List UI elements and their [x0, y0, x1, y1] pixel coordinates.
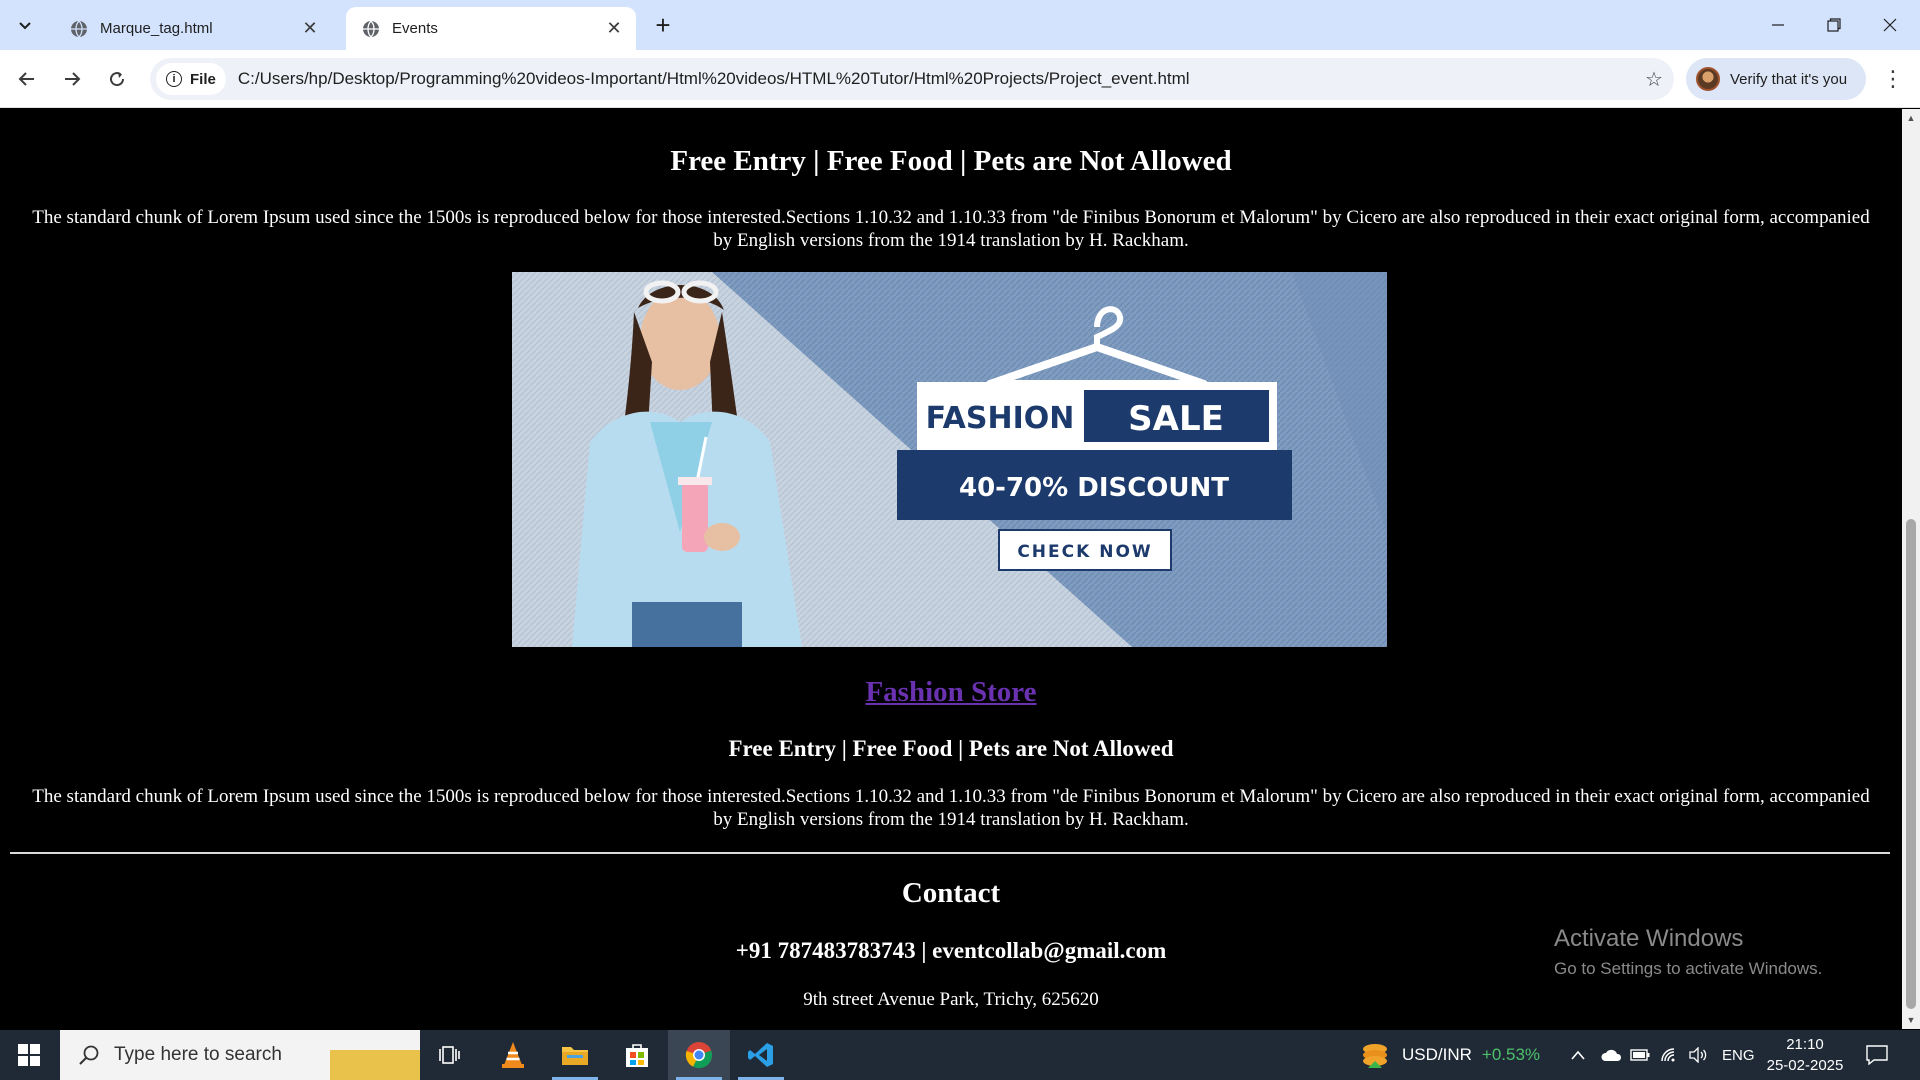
tab-search-button[interactable]: [8, 8, 42, 42]
minimize-icon: [1772, 24, 1784, 26]
address-bar[interactable]: i File C:/Users/hp/Desktop/Programming%2…: [150, 58, 1674, 100]
scrollbar-thumb[interactable]: [1906, 519, 1916, 1009]
divider: [10, 852, 1890, 854]
onedrive-tray-icon[interactable]: [1600, 1030, 1622, 1080]
watermark-subtitle: Go to Settings to activate Windows.: [1554, 959, 1823, 978]
battery-tray-icon[interactable]: [1630, 1030, 1650, 1080]
verify-profile-button[interactable]: Verify that it's you: [1686, 58, 1866, 100]
banner-sale-text: SALE: [1128, 399, 1224, 439]
microsoft-store-taskbar-button[interactable]: [606, 1030, 668, 1080]
taskbar-search-box[interactable]: Type here to search: [60, 1030, 420, 1080]
vscode-icon: [748, 1043, 773, 1067]
tab-strip: Marque_tag.html ✕ Events ✕ +: [0, 0, 1920, 50]
tab-marque-tag[interactable]: Marque_tag.html ✕: [54, 7, 332, 50]
tab-title: Events: [392, 20, 438, 37]
search-highlight-image: [330, 1030, 420, 1080]
globe-icon: [71, 20, 87, 37]
coins-icon: [1363, 1044, 1387, 1068]
tab-events[interactable]: Events ✕: [346, 7, 636, 50]
fashion-store-link[interactable]: Fashion Store: [0, 676, 1902, 709]
reload-button[interactable]: [100, 62, 134, 96]
store-bag-icon: [626, 1044, 648, 1067]
menu-kebab-icon[interactable]: ⋮: [1878, 62, 1908, 96]
cloud-icon: [1601, 1049, 1622, 1061]
chevron-down-icon: [19, 22, 31, 30]
windows-logo-icon: [18, 1044, 40, 1066]
new-tab-button[interactable]: +: [648, 10, 678, 40]
notifications-button[interactable]: [1866, 1030, 1888, 1080]
watermark-title: Activate Windows: [1554, 925, 1744, 952]
fashion-sale-banner-image: FASHION SALE 40-70% DISCOUNT CHECK NOW: [512, 272, 1387, 647]
clock-time: 21:10: [1786, 1036, 1824, 1053]
site-info-chip[interactable]: i File: [156, 63, 226, 95]
speaker-icon: [1689, 1047, 1707, 1063]
url-text[interactable]: C:/Users/hp/Desktop/Programming%20videos…: [238, 69, 1634, 89]
task-view-icon: [439, 1046, 460, 1064]
minimize-button[interactable]: [1750, 0, 1806, 50]
banner-discount-text: 40-70% DISCOUNT: [959, 473, 1229, 503]
arrow-left-icon: [18, 72, 34, 86]
info-icon: i: [166, 71, 182, 87]
wifi-tray-icon[interactable]: [1660, 1030, 1680, 1080]
taskbar-clock[interactable]: 21:10 25-02-2025: [1762, 1034, 1848, 1076]
event-description: The standard chunk of Lorem Ipsum used s…: [32, 207, 1870, 251]
globe-icon: [363, 20, 379, 37]
arrow-right-icon: [65, 72, 81, 86]
close-icon: [1883, 18, 1897, 32]
ticker-change: +0.53%: [1481, 1045, 1541, 1064]
reload-icon: [110, 72, 125, 87]
start-button[interactable]: [0, 1030, 58, 1080]
chrome-taskbar-button[interactable]: [668, 1030, 730, 1080]
contact-heading: Contact: [901, 877, 1001, 909]
search-icon: [79, 1045, 99, 1065]
search-placeholder: Type here to search: [114, 1044, 282, 1065]
site-chip-label: File: [190, 70, 216, 88]
contact-address: 9th street Avenue Park, Trichy, 625620: [803, 989, 1099, 1010]
currency-ticker-widget[interactable]: USD/INR +0.53%: [1360, 1030, 1540, 1080]
entry-heading: Free Entry | Free Food | Pets are Not Al…: [670, 145, 1232, 177]
scroll-down-arrow-icon[interactable]: ▼: [1902, 1011, 1920, 1029]
tab-title: Marque_tag.html: [100, 20, 213, 37]
task-view-button[interactable]: [420, 1030, 482, 1080]
volume-tray-icon[interactable]: [1688, 1030, 1708, 1080]
folder-icon: [562, 1047, 588, 1065]
windows-taskbar: Type here to search USD/INR +0.53% ENG 2…: [0, 1030, 1920, 1080]
close-window-button[interactable]: [1862, 0, 1918, 50]
notification-icon: [1866, 1045, 1888, 1065]
bookmark-star-icon[interactable]: ☆: [1634, 67, 1674, 92]
battery-icon: [1630, 1049, 1650, 1061]
chrome-icon: [685, 1042, 713, 1069]
entry-heading-2: Free Entry | Free Food | Pets are Not Al…: [728, 736, 1174, 761]
store-description: The standard chunk of Lorem Ipsum used s…: [32, 786, 1870, 830]
browser-toolbar: i File C:/Users/hp/Desktop/Programming%2…: [0, 50, 1920, 108]
forward-button[interactable]: [55, 62, 89, 96]
vscode-taskbar-button[interactable]: [730, 1030, 792, 1080]
page-viewport: Free Entry | Free Food | Pets are Not Al…: [0, 109, 1902, 1029]
ticker-label: USD/INR: [1402, 1045, 1472, 1064]
back-button[interactable]: [10, 62, 44, 96]
vlc-taskbar-button[interactable]: [482, 1030, 544, 1080]
page-scrollbar[interactable]: ▲ ▼: [1902, 109, 1920, 1029]
language-indicator[interactable]: ENG: [1722, 1030, 1755, 1080]
show-hidden-icons-button[interactable]: [1570, 1030, 1586, 1080]
avatar: [1696, 67, 1720, 91]
clock-date: 25-02-2025: [1766, 1057, 1844, 1074]
banner-fashion-text: FASHION: [926, 401, 1075, 436]
scroll-up-arrow-icon[interactable]: ▲: [1902, 109, 1920, 127]
restore-button[interactable]: [1806, 0, 1862, 50]
restore-icon: [1827, 18, 1841, 32]
file-explorer-taskbar-button[interactable]: [544, 1030, 606, 1080]
close-icon[interactable]: ✕: [604, 18, 624, 39]
banner-cta-text: CHECK NOW: [1017, 542, 1152, 562]
vlc-cone-icon: [502, 1042, 524, 1068]
activate-windows-watermark: Activate Windows Go to Settings to activ…: [1554, 925, 1822, 979]
wifi-icon: [1661, 1048, 1675, 1062]
verify-label: Verify that it's you: [1730, 70, 1848, 88]
chevron-up-icon: [1571, 1050, 1585, 1060]
close-icon[interactable]: ✕: [300, 18, 320, 39]
